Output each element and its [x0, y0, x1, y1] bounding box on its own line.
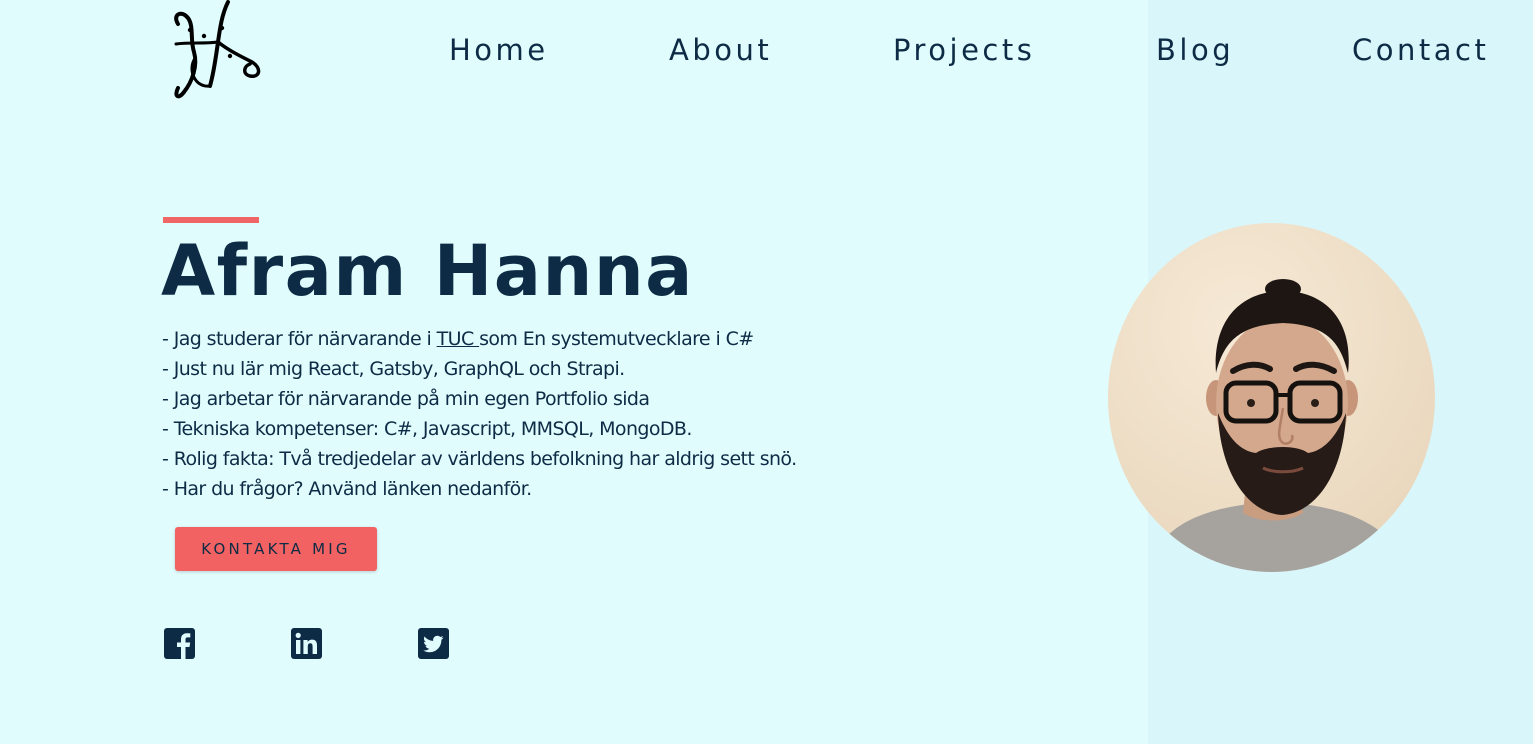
- main-navigation: Home About Projects Blog Contact: [0, 30, 1533, 70]
- bio-item: - Tekniska kompetenser: C#, Javascript, …: [162, 418, 692, 440]
- page-title: Afram Hanna: [161, 230, 694, 312]
- facebook-icon: [164, 628, 195, 659]
- nav-contact[interactable]: Contact: [1352, 30, 1489, 70]
- linkedin-icon: [291, 628, 322, 659]
- contact-me-button[interactable]: KONTAKTA MIG: [175, 527, 377, 571]
- facebook-link[interactable]: [164, 628, 195, 659]
- bio-item: - Just nu lär mig React, Gatsby, GraphQL…: [162, 358, 625, 380]
- bio-item: - Jag studerar för närvarande i TUC som …: [162, 324, 797, 354]
- nav-about[interactable]: About: [669, 30, 772, 70]
- nav-projects[interactable]: Projects: [893, 30, 1035, 70]
- twitter-icon: [418, 628, 449, 659]
- twitter-link[interactable]: [418, 628, 449, 659]
- linkedin-link[interactable]: [291, 628, 322, 659]
- bio-item-text: - Jag studerar för närvarande i: [162, 328, 437, 350]
- bio-item: - Har du frågor? Använd länken nedanför.: [162, 478, 532, 500]
- nav-home[interactable]: Home: [449, 30, 549, 70]
- tuc-link[interactable]: TUC: [437, 328, 479, 350]
- profile-photo-image: [1108, 223, 1435, 572]
- bio-item: - Jag arbetar för närvarande på min egen…: [162, 388, 650, 410]
- title-accent-line: [163, 217, 259, 223]
- nav-blog[interactable]: Blog: [1156, 30, 1234, 70]
- bio-item-text: som En systemutvecklare i C#: [479, 328, 754, 350]
- bio-list: - Jag studerar för närvarande i TUC som …: [162, 324, 797, 504]
- profile-photo: [1108, 223, 1435, 572]
- bio-item: - Rolig fakta: Två tredjedelar av världe…: [162, 448, 797, 470]
